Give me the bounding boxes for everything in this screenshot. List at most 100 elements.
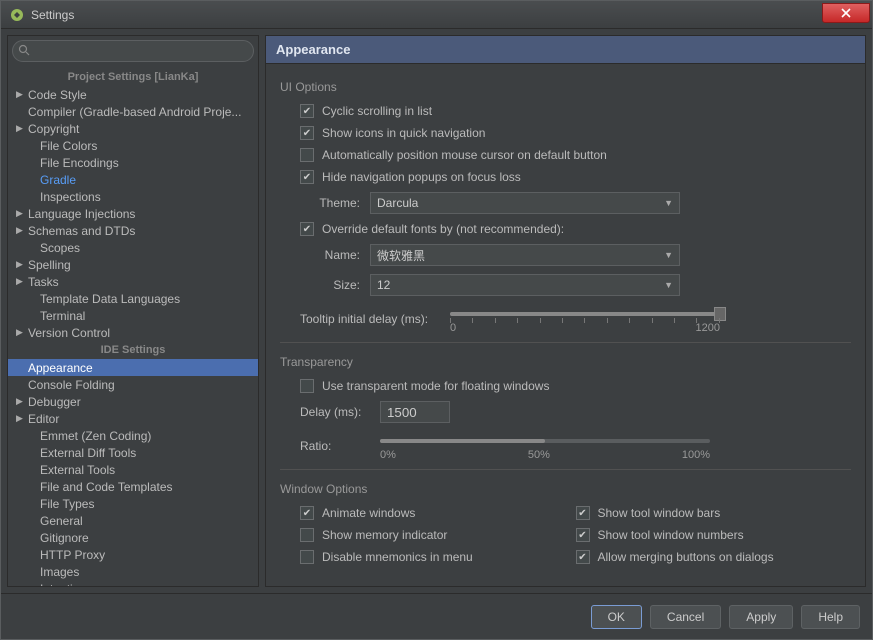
delay-label: Delay (ms): xyxy=(300,405,370,419)
tree-item[interactable]: Terminal xyxy=(8,307,258,324)
ratio-label: Ratio: xyxy=(300,439,370,453)
search-box xyxy=(8,36,258,66)
font-name-combo[interactable]: 微软雅黑 ▼ xyxy=(370,244,680,266)
tree-item[interactable]: Emmet (Zen Coding) xyxy=(8,427,258,444)
override-fonts-checkbox[interactable] xyxy=(300,222,314,236)
tree-item[interactable]: External Diff Tools xyxy=(8,444,258,461)
tree-item-label: Version Control xyxy=(28,326,110,340)
tool-bars-label: Show tool window bars xyxy=(598,506,721,520)
ui-options-header: UI Options xyxy=(280,80,851,94)
transparent-mode-checkbox[interactable] xyxy=(300,379,314,393)
ok-button[interactable]: OK xyxy=(591,605,642,629)
tree-arrow-icon: ▶ xyxy=(16,327,28,338)
tree-item[interactable]: File and Code Templates xyxy=(8,478,258,495)
tree-item-label: HTTP Proxy xyxy=(40,548,105,562)
tree-item-label: File Types xyxy=(40,497,94,511)
tree-item[interactable]: General xyxy=(8,512,258,529)
tree-item[interactable]: Template Data Languages xyxy=(8,290,258,307)
theme-value: Darcula xyxy=(377,196,418,210)
settings-tree[interactable]: Project Settings [LianKa]▶Code StyleComp… xyxy=(8,66,258,586)
search-input[interactable] xyxy=(12,40,254,62)
tree-item[interactable]: ▶Version Control xyxy=(8,324,258,341)
transparency-header: Transparency xyxy=(280,355,851,369)
tree-item-label: Code Style xyxy=(28,88,87,102)
quicknav-icons-label: Show icons in quick navigation xyxy=(322,126,485,140)
tree-item[interactable]: Gradle xyxy=(8,171,258,188)
tree-item-label: External Tools xyxy=(40,463,115,477)
ratio-50: 50% xyxy=(528,449,550,461)
tool-numbers-label: Show tool window numbers xyxy=(598,528,744,542)
tree-item[interactable]: ▶Language Injections xyxy=(8,205,258,222)
tree-item-label: Spelling xyxy=(28,258,71,272)
delay-field[interactable] xyxy=(380,401,450,423)
ratio-100: 100% xyxy=(682,449,710,461)
tree-item-label: Appearance xyxy=(28,361,93,375)
tree-item[interactable]: HTTP Proxy xyxy=(8,546,258,563)
disable-mnemonics-checkbox[interactable] xyxy=(300,550,314,564)
page-title: Appearance xyxy=(266,36,865,64)
tree-item[interactable]: Images xyxy=(8,563,258,580)
hide-popups-checkbox[interactable] xyxy=(300,170,314,184)
tree-item-label: Scopes xyxy=(40,241,80,255)
window-close-button[interactable] xyxy=(822,3,870,23)
disable-mnemonics-label: Disable mnemonics in menu xyxy=(322,550,473,564)
quicknav-icons-checkbox[interactable] xyxy=(300,126,314,140)
mouse-position-checkbox[interactable] xyxy=(300,148,314,162)
chevron-down-icon: ▼ xyxy=(664,198,673,208)
tree-item[interactable]: Scopes xyxy=(8,239,258,256)
tree-item[interactable]: Console Folding xyxy=(8,376,258,393)
tree-item[interactable]: ▶Copyright xyxy=(8,120,258,137)
tool-numbers-checkbox[interactable] xyxy=(576,528,590,542)
chevron-down-icon: ▼ xyxy=(664,280,673,290)
ratio-slider[interactable]: 0% 50% 100% xyxy=(380,431,710,461)
tooltip-delay-slider[interactable]: 0 1200 xyxy=(450,304,720,334)
tool-bars-checkbox[interactable] xyxy=(576,506,590,520)
memory-checkbox[interactable] xyxy=(300,528,314,542)
tree-item[interactable]: Compiler (Gradle-based Android Proje... xyxy=(8,103,258,120)
tree-item-label: Schemas and DTDs xyxy=(28,224,135,238)
tooltip-min: 0 xyxy=(450,322,456,334)
tooltip-delay-label: Tooltip initial delay (ms): xyxy=(300,312,450,326)
tree-item[interactable]: File Colors xyxy=(8,137,258,154)
tree-item[interactable]: File Encodings xyxy=(8,154,258,171)
animate-checkbox[interactable] xyxy=(300,506,314,520)
tree-item-label: Tasks xyxy=(28,275,59,289)
tree-item[interactable]: Appearance xyxy=(8,359,258,376)
tree-item-label: Compiler (Gradle-based Android Proje... xyxy=(28,105,241,119)
tree-item-label: Images xyxy=(40,565,79,579)
merging-label: Allow merging buttons on dialogs xyxy=(598,550,774,564)
font-name-label: Name: xyxy=(300,248,360,262)
window-options-header: Window Options xyxy=(280,482,851,496)
tree-item[interactable]: ▶Spelling xyxy=(8,256,258,273)
tree-item[interactable]: Intentions xyxy=(8,580,258,586)
merging-checkbox[interactable] xyxy=(576,550,590,564)
apply-button[interactable]: Apply xyxy=(729,605,793,629)
tree-item-label: Language Injections xyxy=(28,207,135,221)
content-panel: Appearance UI Options Cyclic scrolling i… xyxy=(265,35,866,587)
tree-item[interactable]: ▶Code Style xyxy=(8,86,258,103)
tree-item-label: Console Folding xyxy=(28,378,115,392)
tree-item[interactable]: ▶Debugger xyxy=(8,393,258,410)
tree-item[interactable]: ▶Schemas and DTDs xyxy=(8,222,258,239)
cancel-button[interactable]: Cancel xyxy=(650,605,721,629)
tree-item[interactable]: ▶Tasks xyxy=(8,273,258,290)
titlebar[interactable]: Settings xyxy=(1,1,872,29)
font-size-label: Size: xyxy=(300,278,360,292)
tree-item[interactable]: File Types xyxy=(8,495,258,512)
tree-item-label: Gitignore xyxy=(40,531,89,545)
tree-item-label: Template Data Languages xyxy=(40,292,180,306)
tree-arrow-icon: ▶ xyxy=(16,396,28,407)
tree-item[interactable]: External Tools xyxy=(8,461,258,478)
font-name-value: 微软雅黑 xyxy=(377,247,425,264)
window-title: Settings xyxy=(31,8,74,22)
tree-section-header: Project Settings [LianKa] xyxy=(8,68,258,86)
theme-combo[interactable]: Darcula ▼ xyxy=(370,192,680,214)
help-button[interactable]: Help xyxy=(801,605,860,629)
tree-item[interactable]: Inspections xyxy=(8,188,258,205)
cyclic-checkbox[interactable] xyxy=(300,104,314,118)
tree-item[interactable]: Gitignore xyxy=(8,529,258,546)
tree-arrow-icon: ▶ xyxy=(16,413,28,424)
tree-item[interactable]: ▶Editor xyxy=(8,410,258,427)
tree-arrow-icon: ▶ xyxy=(16,259,28,270)
font-size-combo[interactable]: 12 ▼ xyxy=(370,274,680,296)
